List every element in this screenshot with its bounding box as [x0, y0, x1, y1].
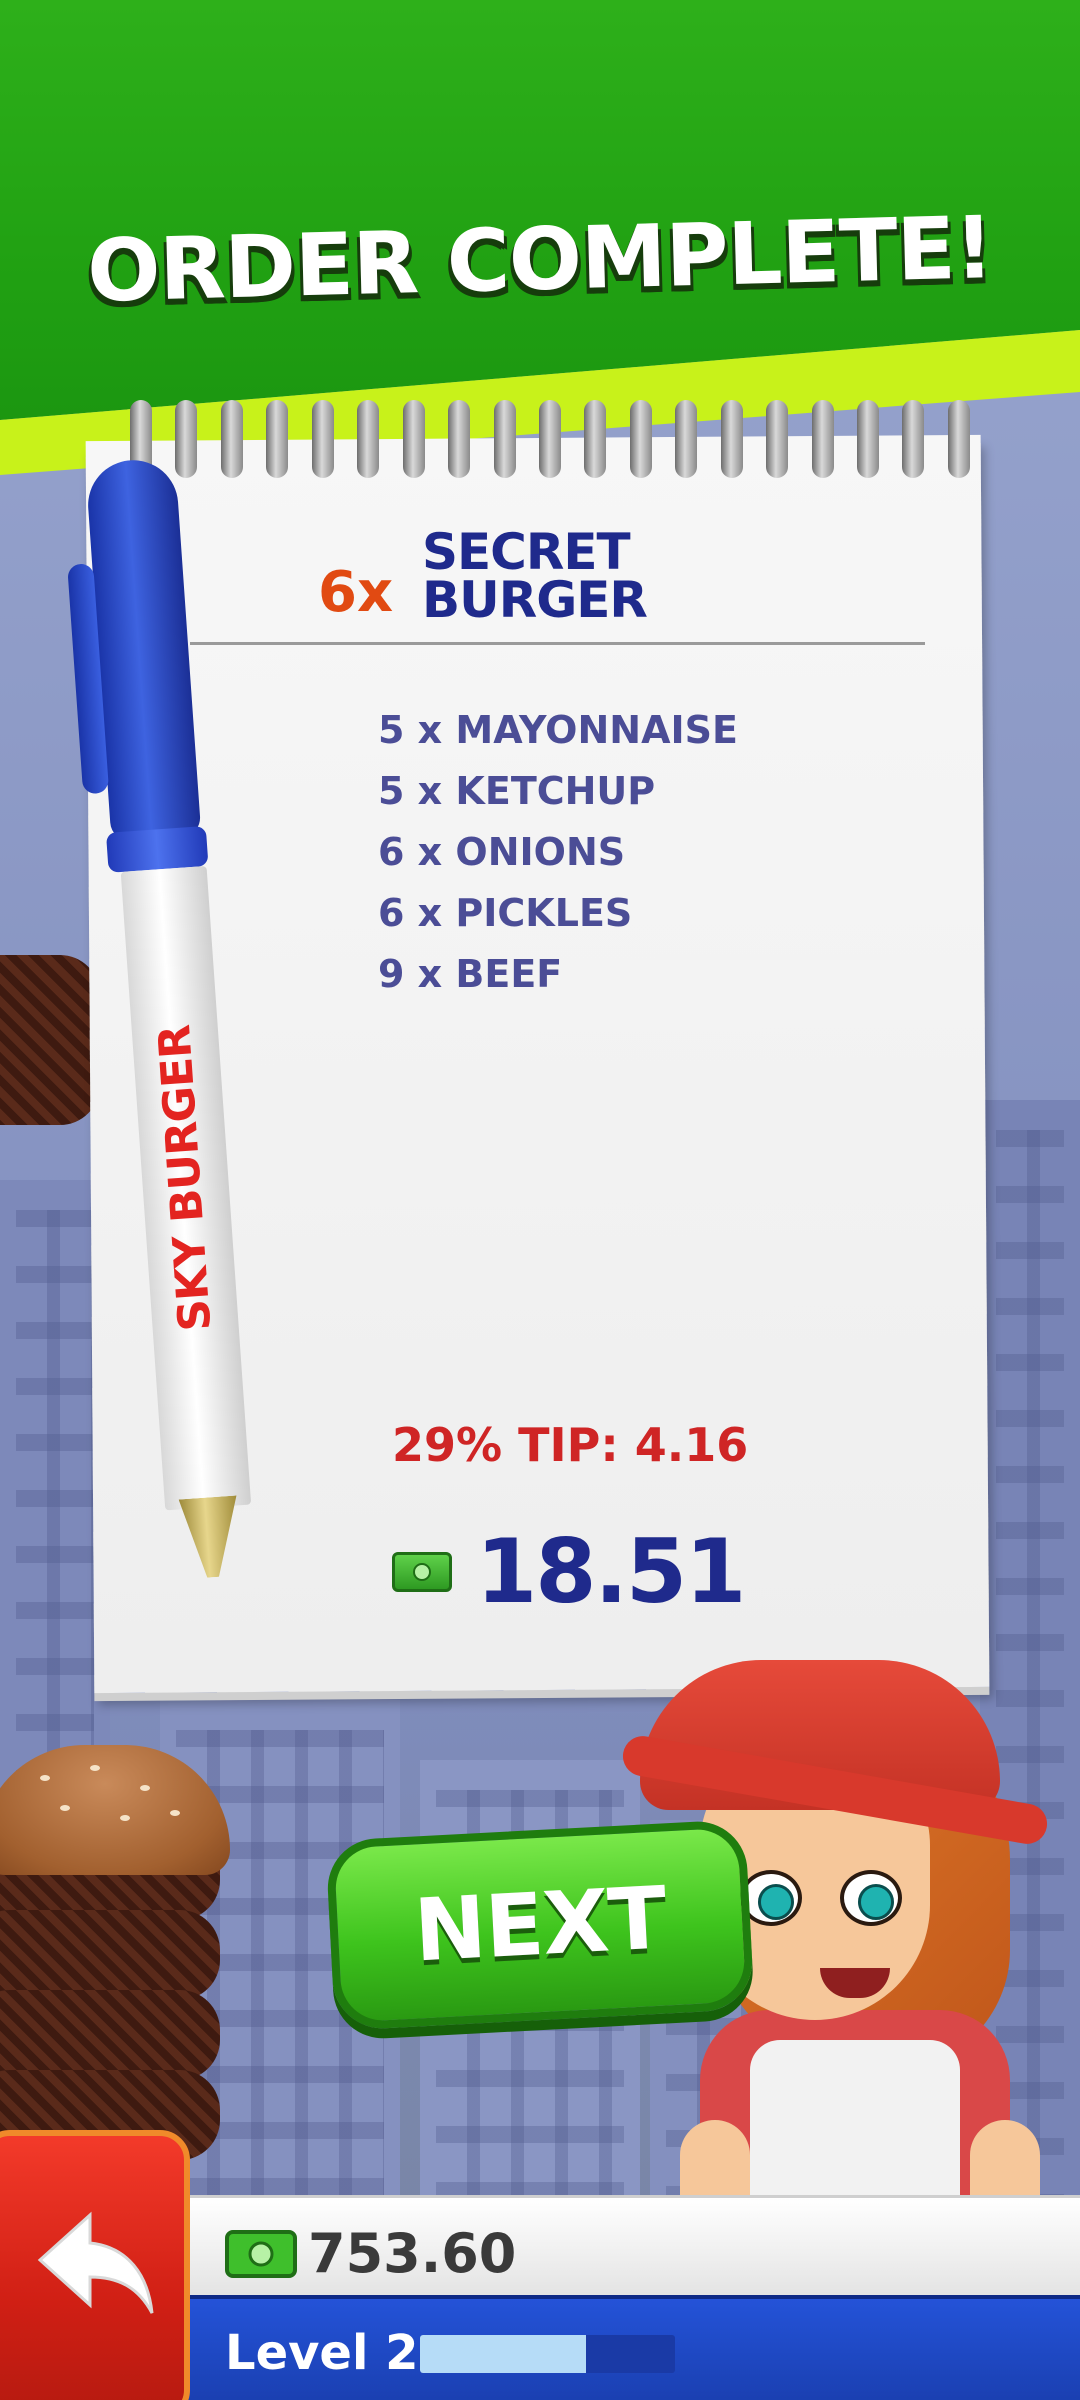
- xp-progress-fill: [420, 2335, 586, 2373]
- order-name-line: BURGER: [422, 571, 648, 629]
- order-name: SECRET BURGER: [422, 523, 648, 629]
- order-total: 18.51: [392, 1520, 746, 1623]
- notepad-spiral: [130, 400, 970, 480]
- ingredient-item: 6 x PICKLES: [378, 891, 633, 935]
- ingredient-list: 5 x MAYONNAISE 5 x KETCHUP 6 x ONIONS 6 …: [378, 700, 738, 1005]
- game-screen: ORDER COMPLETE! 6x SECRET BURGER 5 x MAY…: [0, 0, 1080, 2400]
- tip-text: 29% TIP: 4.16: [392, 1418, 749, 1472]
- back-arrow-icon: [37, 2211, 154, 2314]
- patty: [0, 1910, 220, 2000]
- order-quantity: 6x: [318, 560, 394, 625]
- order-name-line: SECRET: [422, 523, 631, 581]
- cash-icon: [392, 1551, 452, 1592]
- ingredient-item: 5 x MAYONNAISE: [378, 708, 738, 752]
- divider: [190, 642, 925, 645]
- cash-icon: [225, 2230, 297, 2278]
- patty: [0, 1990, 220, 2080]
- xp-progress-bar: [420, 2335, 675, 2373]
- ingredient-item: 5 x KETCHUP: [378, 769, 656, 813]
- ingredient-item: 9 x BEEF: [378, 952, 563, 996]
- ingredient-item: 6 x ONIONS: [378, 830, 626, 874]
- next-button[interactable]: NEXT: [325, 1819, 755, 2031]
- level-label: Level 2: [225, 2325, 419, 2381]
- money-balance: 753.60: [308, 2222, 517, 2285]
- next-button-label: NEXT: [411, 1868, 669, 1982]
- total-amount: 18.51: [476, 1520, 746, 1623]
